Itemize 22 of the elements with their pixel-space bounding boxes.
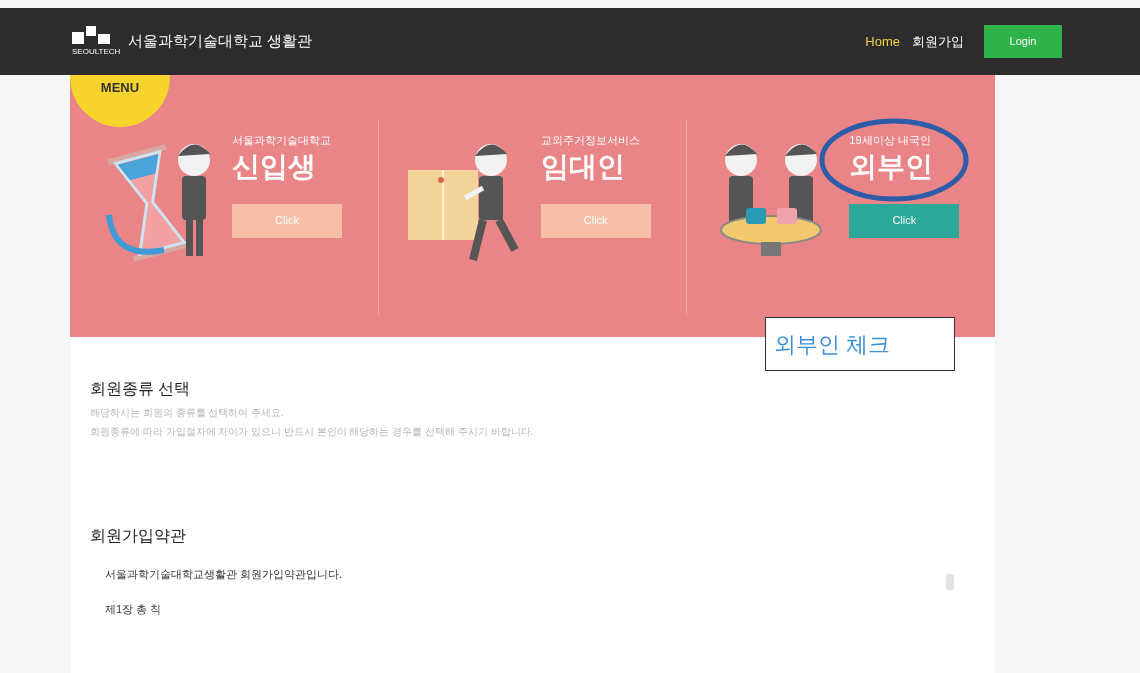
section-heading: 회원가입약관 xyxy=(90,526,187,546)
section-heading: 회원종류 선택 xyxy=(90,379,192,399)
nav-link[interactable]: 회원가입 xyxy=(912,31,964,52)
card-subtitle: 19세이상 내국인 xyxy=(849,133,932,148)
terms-text: 서울과학기술대학교생활관 회원가입약관입니다. xyxy=(105,567,343,582)
terms-text: 제1장 총 칙 xyxy=(105,601,163,617)
annotation-note: 외부인 체크 xyxy=(765,317,955,371)
click-button[interactable]: Click xyxy=(232,203,342,238)
card-subtitle: 교외주거정보서비스 xyxy=(540,133,641,148)
card-subtitle: 서울과학기술대학교 xyxy=(232,133,332,148)
description-text: 회원종류에 따라 가입절차에 차이가 있으니 반드시 본인이 해당하는 경우를 선택해 주시기 바랍니다. xyxy=(90,425,535,439)
card-title: 외부인 xyxy=(849,149,935,184)
click-button[interactable]: Click xyxy=(540,203,651,238)
click-button[interactable]: Click xyxy=(849,203,960,238)
login-button[interactable]: Login xyxy=(984,25,1062,58)
nav-link[interactable]: Home xyxy=(865,31,900,52)
description-text: 해당하시는 회원의 종류를 선택하여 주세요. xyxy=(90,406,285,420)
card-title: 신입생 xyxy=(232,149,317,184)
logo-caption: SEOULTECH xyxy=(72,45,121,58)
card-title: 임대인 xyxy=(540,149,626,184)
logo-title: 서울과학기술대학교 생활관 xyxy=(128,31,313,52)
menu-badge: MENU xyxy=(70,75,170,127)
